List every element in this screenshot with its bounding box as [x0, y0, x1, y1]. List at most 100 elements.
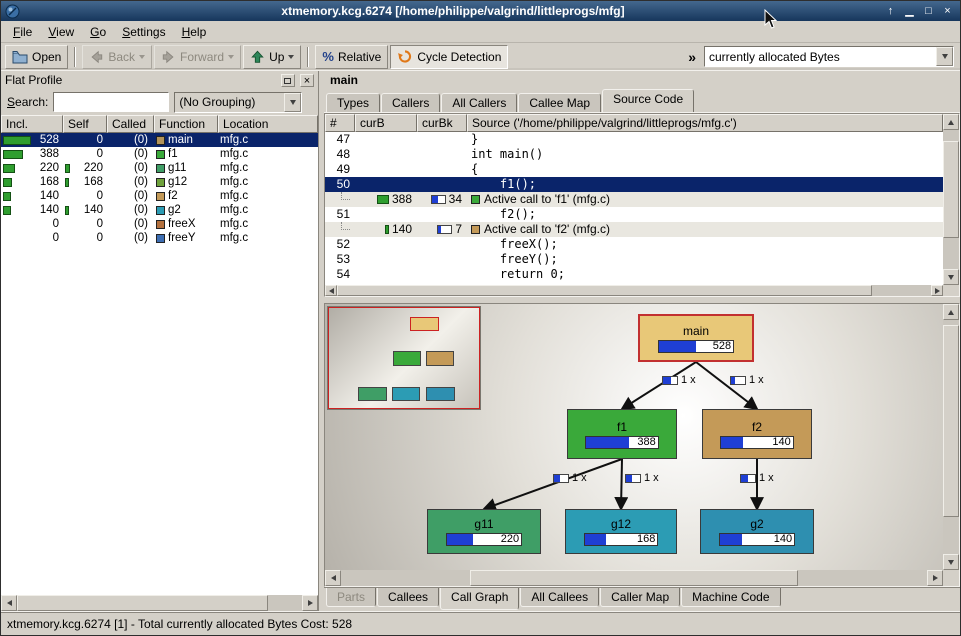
scroll-thumb[interactable]: [470, 570, 798, 586]
source-line-47[interactable]: 47}: [325, 132, 943, 147]
call-graph-canvas[interactable]: main528f1388f2140g11220g12168g21401 x1 x…: [325, 304, 943, 570]
source-line-51[interactable]: 51 f2();: [325, 207, 943, 222]
source-hscroll[interactable]: [325, 285, 943, 296]
maximize-button[interactable]: □: [920, 4, 937, 19]
dock-float-button[interactable]: [281, 74, 295, 87]
scroll-left-button[interactable]: [325, 570, 341, 586]
scroll-thumb[interactable]: [337, 285, 872, 296]
toolbar-overflow[interactable]: »: [682, 49, 702, 65]
flat-profile-row-f2[interactable]: 1400(0)f2mfg.c: [1, 189, 318, 203]
flat-profile-row-g2[interactable]: 140140(0)g2mfg.c: [1, 203, 318, 217]
menu-settings[interactable]: Settings: [114, 23, 173, 41]
source-line-52[interactable]: 52 freeX();: [325, 237, 943, 252]
up-arrow-icon: [250, 50, 265, 64]
graph-node-g2[interactable]: g2140: [700, 509, 814, 554]
tab-source-code[interactable]: Source Code: [602, 89, 694, 112]
scroll-track[interactable]: [337, 285, 931, 296]
graph-node-f1[interactable]: f1388: [567, 409, 677, 459]
bottom-tab-machine-code[interactable]: Machine Code: [681, 588, 780, 607]
source-line-53[interactable]: 53 freeY();: [325, 252, 943, 267]
tab-callee-map[interactable]: Callee Map: [518, 93, 601, 112]
source-column-header-1[interactable]: curB: [355, 114, 417, 132]
scroll-thumb[interactable]: [17, 595, 268, 611]
column-header-location[interactable]: Location: [218, 115, 318, 133]
scroll-track[interactable]: [341, 570, 927, 586]
graph-node-g11[interactable]: g11220: [427, 509, 541, 554]
scroll-up-button[interactable]: [943, 114, 959, 130]
search-input[interactable]: [53, 92, 169, 112]
scroll-right-button[interactable]: [931, 285, 943, 296]
scroll-right-button[interactable]: [302, 595, 318, 611]
tab-callers[interactable]: Callers: [381, 93, 440, 112]
edge-cost-bar: [730, 376, 746, 385]
event-type-dropdown-icon[interactable]: [936, 47, 953, 66]
cycle-detection-toggle[interactable]: Cycle Detection: [390, 45, 508, 69]
bottom-tab-callees[interactable]: Callees: [377, 588, 439, 607]
source-call-row[interactable]: 38834Active call to 'f1' (mfg.c): [325, 192, 943, 207]
keep-above-button[interactable]: ↑: [882, 4, 899, 19]
flat-profile-row-freeY[interactable]: 00(0)freeYmfg.c: [1, 231, 318, 245]
scroll-track[interactable]: [943, 320, 959, 554]
close-button[interactable]: ×: [939, 4, 956, 19]
grouping-dropdown-icon[interactable]: [284, 93, 301, 112]
flat-profile-row-f1[interactable]: 3880(0)f1mfg.c: [1, 147, 318, 161]
bottom-tab-caller-map[interactable]: Caller Map: [600, 588, 680, 607]
source-vscroll[interactable]: [943, 114, 959, 285]
graph-node-g12[interactable]: g12168: [565, 509, 677, 554]
scroll-down-button[interactable]: [943, 554, 959, 570]
flat-profile-row-g12[interactable]: 168168(0)g12mfg.c: [1, 175, 318, 189]
tab-all-callers[interactable]: All Callers: [441, 93, 517, 112]
forward-button[interactable]: Forward: [154, 45, 241, 69]
scroll-down-button[interactable]: [943, 269, 959, 285]
flat-profile-hscroll[interactable]: [1, 595, 318, 611]
source-column-header-3[interactable]: Source ('/home/philippe/valgrind/littlep…: [467, 114, 943, 132]
bottom-tab-all-callees[interactable]: All Callees: [520, 588, 599, 607]
flat-profile-row-g11[interactable]: 220220(0)g11mfg.c: [1, 161, 318, 175]
back-button[interactable]: Back: [82, 45, 152, 69]
graph-vscroll[interactable]: [943, 304, 959, 570]
tab-types[interactable]: Types: [326, 93, 380, 112]
source-line-50[interactable]: 50 f1();: [325, 177, 943, 192]
function-color-swatch: [156, 150, 165, 159]
source-line-49[interactable]: 49{: [325, 162, 943, 177]
up-button[interactable]: Up: [243, 45, 301, 69]
source-column-header-2[interactable]: curBk: [417, 114, 467, 132]
menu-view[interactable]: View: [40, 23, 82, 41]
bottom-tab-call-graph[interactable]: Call Graph: [440, 588, 519, 610]
graph-node-main[interactable]: main528: [638, 314, 754, 362]
scroll-left-button[interactable]: [1, 595, 17, 611]
dock-close-button[interactable]: ×: [300, 74, 314, 87]
event-type-select[interactable]: currently allocated Bytes: [704, 46, 954, 67]
column-header-self[interactable]: Self: [63, 115, 107, 133]
status-text: xtmemory.kcg.6274 [1] - Total currently …: [7, 617, 352, 631]
graph-node-f2[interactable]: f2140: [702, 409, 812, 459]
grouping-select[interactable]: (No Grouping): [174, 92, 302, 113]
menu-help[interactable]: Help: [174, 23, 215, 41]
scroll-track[interactable]: [943, 130, 959, 269]
source-line-54[interactable]: 54 return 0;: [325, 267, 943, 282]
scroll-thumb[interactable]: [943, 141, 959, 238]
graph-overview[interactable]: [327, 306, 481, 410]
source-call-row[interactable]: 1407Active call to 'f2' (mfg.c): [325, 222, 943, 237]
open-button[interactable]: Open: [5, 45, 68, 69]
relative-toggle[interactable]: % Relative: [315, 45, 388, 69]
column-header-incl[interactable]: Incl.: [1, 115, 63, 133]
column-header-called[interactable]: Called: [107, 115, 154, 133]
scroll-right-button[interactable]: [927, 570, 943, 586]
scroll-up-button[interactable]: [943, 304, 959, 320]
column-header-function[interactable]: Function: [154, 115, 218, 133]
source-line-48[interactable]: 48int main(): [325, 147, 943, 162]
scroll-left-button[interactable]: [325, 285, 337, 296]
bottom-tab-parts[interactable]: Parts: [326, 588, 376, 607]
minimize-button[interactable]: ▁: [901, 4, 918, 19]
graph-hscroll[interactable]: [325, 570, 943, 586]
window-titlebar[interactable]: xtmemory.kcg.6274 [/home/philippe/valgri…: [1, 1, 960, 21]
menu-file[interactable]: File: [5, 23, 40, 41]
scroll-thumb[interactable]: [943, 325, 959, 517]
scroll-track[interactable]: [17, 595, 302, 611]
incl-cost-bar: [3, 150, 23, 159]
flat-profile-row-freeX[interactable]: 00(0)freeXmfg.c: [1, 217, 318, 231]
flat-profile-row-main[interactable]: 5280(0)mainmfg.c: [1, 133, 318, 147]
menu-go[interactable]: Go: [82, 23, 114, 41]
source-column-header-0[interactable]: #: [325, 114, 355, 132]
